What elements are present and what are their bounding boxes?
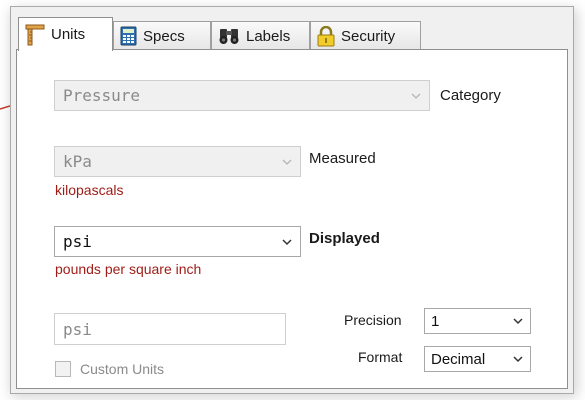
tab-specs-label: Specs: [143, 27, 185, 45]
displayed-description: pounds per square inch: [55, 261, 202, 277]
category-label: Category: [440, 87, 501, 104]
tab-units-label: Units: [51, 26, 86, 43]
custom-units-input[interactable]: psi: [54, 313, 286, 345]
ruler-icon: [25, 24, 45, 45]
calculator-icon: [120, 26, 137, 46]
measured-select-value: kPa: [63, 152, 92, 171]
measured-description: kilopascals: [55, 182, 124, 198]
units-tab-panel: Pressure Category kPa Measured kilopasca…: [16, 49, 568, 389]
tab-security[interactable]: Security: [310, 21, 421, 50]
category-select[interactable]: Pressure: [54, 80, 430, 111]
precision-select-value: 1: [431, 312, 440, 330]
displayed-select-value: psi: [63, 232, 92, 251]
binoculars-icon: [219, 29, 239, 44]
format-select-value: Decimal: [431, 350, 486, 368]
tab-specs[interactable]: Specs: [113, 21, 211, 50]
category-select-value: Pressure: [63, 86, 141, 105]
tab-labels[interactable]: Labels: [211, 21, 310, 50]
displayed-label: Displayed: [309, 230, 380, 247]
chevron-down-icon: [411, 93, 421, 99]
tab-labels-label: Labels: [246, 27, 291, 45]
custom-units-checkbox-label: Custom Units: [80, 361, 165, 377]
chevron-down-icon: [513, 356, 523, 363]
tab-units[interactable]: Units: [18, 17, 113, 51]
format-label: Format: [358, 349, 403, 365]
chevron-down-icon: [282, 159, 292, 165]
tab-security-label: Security: [341, 27, 396, 45]
measured-select[interactable]: kPa: [54, 146, 301, 177]
displayed-select[interactable]: psi: [54, 226, 301, 257]
precision-select[interactable]: 1: [424, 308, 531, 334]
custom-units-checkbox[interactable]: [55, 361, 71, 377]
custom-units-input-value: psi: [63, 319, 92, 339]
padlock-icon: [317, 25, 335, 46]
unit-settings-dialog: Units Specs Labels Security Pressure Cat…: [10, 6, 574, 394]
precision-label: Precision: [344, 312, 402, 328]
chevron-down-icon: [513, 318, 523, 325]
format-select[interactable]: Decimal: [424, 346, 531, 372]
chevron-down-icon: [282, 238, 292, 245]
measured-label: Measured: [309, 150, 376, 167]
